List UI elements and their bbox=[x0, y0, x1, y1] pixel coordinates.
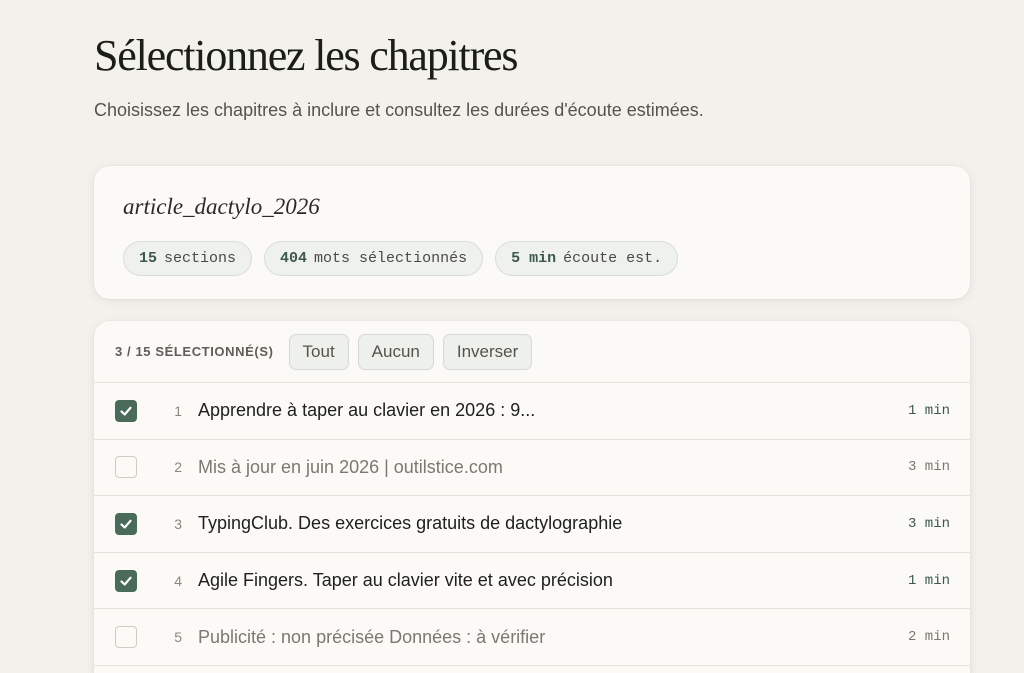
chapter-checkbox[interactable] bbox=[115, 456, 137, 479]
chapter-title: Mis à jour en juin 2026 | outilstice.com bbox=[198, 456, 503, 477]
chapter-checkbox[interactable] bbox=[115, 512, 137, 535]
file-name: article_dactylo_2026 bbox=[123, 194, 320, 219]
words-stat-pill: 404 mots sélectionnés bbox=[264, 241, 484, 276]
chapter-duration: 1 min bbox=[907, 572, 950, 589]
stat-label: sections bbox=[164, 250, 237, 267]
stats-pills: 15 sections 404 mots sélectionnés 5 min … bbox=[123, 241, 679, 276]
chapter-index: 1 bbox=[174, 402, 182, 419]
checkmark-icon bbox=[120, 519, 132, 529]
chapter-row[interactable]: 4 Agile Fingers. Taper au clavier vite et… bbox=[94, 553, 970, 610]
chapter-list: 1 Apprendre à taper au clavier en 2026 : … bbox=[94, 383, 970, 666]
chapter-checkbox[interactable] bbox=[115, 626, 137, 649]
checkmark-icon bbox=[120, 406, 132, 416]
sections-stat-pill: 15 sections bbox=[123, 241, 253, 276]
checkmark-icon bbox=[120, 576, 132, 586]
chapter-row[interactable]: 2 Mis à jour en juin 2026 | outilstice.co… bbox=[94, 440, 970, 497]
stat-value: 404 bbox=[280, 250, 308, 267]
page-subtitle: Choisissez les chapitres à inclure et co… bbox=[94, 100, 704, 120]
stat-value: 5 min bbox=[511, 250, 557, 267]
page-title: Sélectionnez les chapitres bbox=[94, 31, 518, 80]
stat-label: mots sélectionnés bbox=[314, 250, 468, 267]
stat-label: écoute est. bbox=[563, 250, 663, 267]
chapter-row[interactable]: 3 TypingClub. Des exercices gratuits de d… bbox=[94, 496, 970, 553]
chapter-title: Apprendre à taper au clavier en 2026 : 9… bbox=[198, 400, 536, 421]
chapter-checkbox[interactable] bbox=[115, 569, 137, 592]
chapter-title: Publicité : non précisée Données : à vér… bbox=[198, 626, 546, 647]
chapter-checkbox[interactable] bbox=[115, 399, 137, 422]
chapter-index: 3 bbox=[174, 515, 182, 532]
chapter-index: 4 bbox=[174, 572, 182, 589]
chapter-duration: 1 min bbox=[907, 402, 950, 419]
listening-time-stat-pill: 5 min écoute est. bbox=[495, 241, 679, 276]
stat-value: 15 bbox=[139, 250, 158, 267]
chapter-duration: 3 min bbox=[907, 515, 950, 532]
selection-count: 3 / 15 SÉLECTIONNÉ(S) bbox=[115, 344, 274, 359]
chapter-duration: 2 min bbox=[907, 629, 950, 646]
chapter-row[interactable]: 5 Publicité : non précisée Données : à vé… bbox=[94, 609, 970, 666]
select-all-button[interactable]: Tout bbox=[288, 333, 349, 370]
summary-card: article_dactylo_2026 15 sections 404 mot… bbox=[94, 166, 970, 299]
chapter-row[interactable]: 1 Apprendre à taper au clavier en 2026 : … bbox=[94, 383, 970, 440]
chapter-index: 2 bbox=[174, 459, 182, 476]
select-none-button[interactable]: Aucun bbox=[357, 333, 434, 370]
chapter-title: Agile Fingers. Taper au clavier vite et … bbox=[198, 570, 613, 591]
chapter-list-card: 3 / 15 SÉLECTIONNÉ(S) Tout Aucun Inverse… bbox=[94, 321, 970, 673]
chapter-duration: 3 min bbox=[907, 459, 950, 476]
chapter-index: 5 bbox=[174, 629, 182, 646]
selection-toolbar: 3 / 15 SÉLECTIONNÉ(S) Tout Aucun Inverse… bbox=[94, 321, 970, 383]
chapter-title: TypingClub. Des exercices gratuits de da… bbox=[198, 513, 623, 534]
invert-selection-button[interactable]: Inverser bbox=[442, 333, 533, 370]
